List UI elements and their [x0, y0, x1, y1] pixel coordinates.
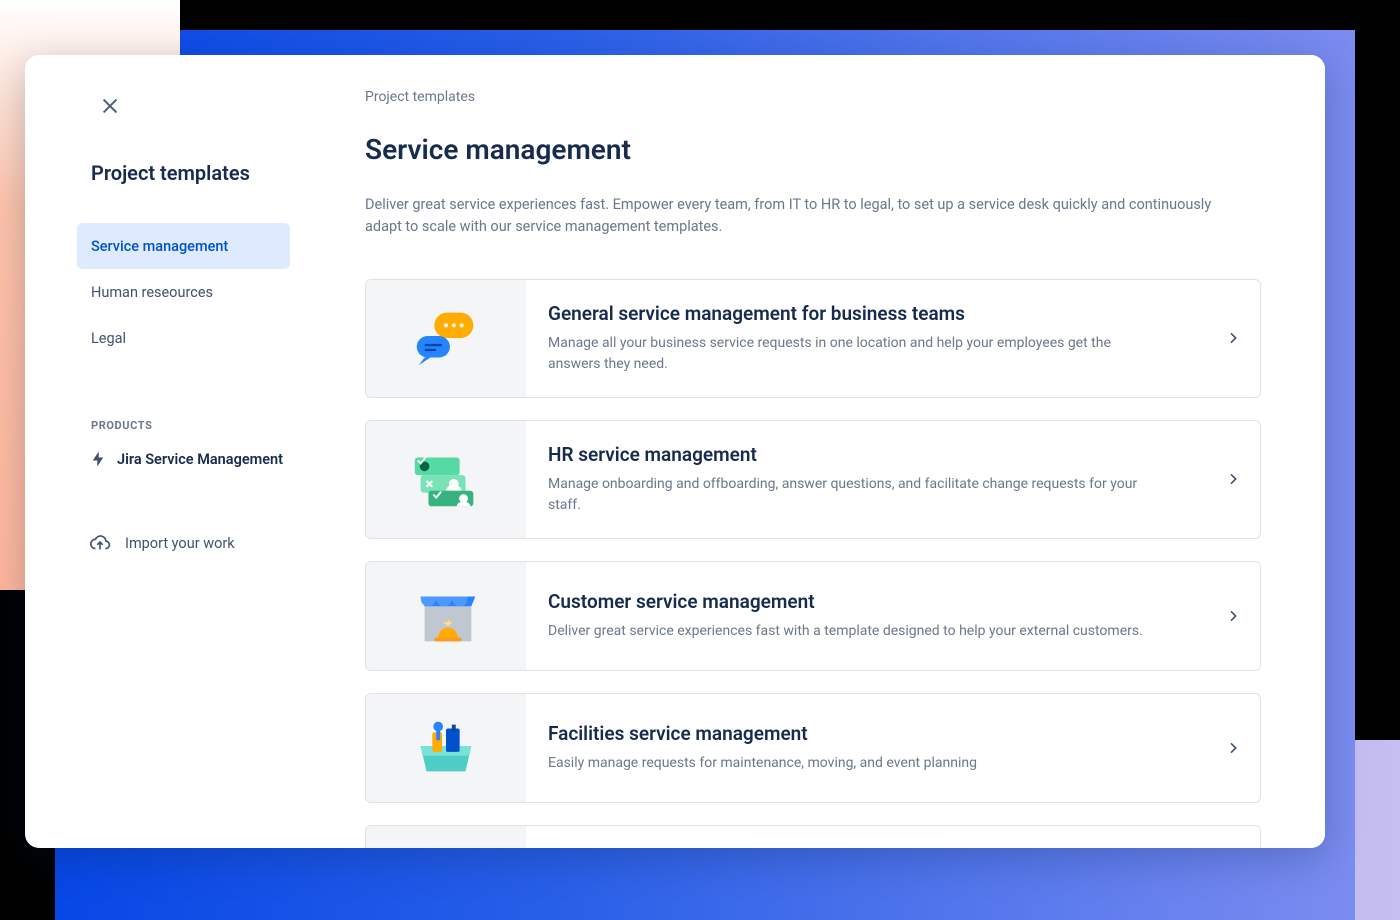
page-description: Deliver great service experiences fast. …: [365, 194, 1235, 239]
sidebar-item-human-resources[interactable]: Human reseources: [77, 269, 290, 315]
storefront-bell-icon: [407, 584, 485, 648]
cloud-upload-icon: [89, 532, 111, 554]
chevron-right-icon: [1225, 740, 1241, 756]
card-description: Deliver great service experiences fast w…: [548, 621, 1148, 642]
card-icon-area: [366, 826, 526, 848]
sidebar-nav: Service management Human reseources Lega…: [53, 223, 296, 361]
jira-bolt-icon: [89, 450, 107, 468]
card-body: HR service management Manage onboarding …: [526, 421, 1206, 538]
chat-bubbles-icon: [407, 306, 485, 370]
main-content: Project templates Service management Del…: [325, 55, 1325, 848]
card-icon-area: [366, 562, 526, 670]
card-title: Facilities service management: [548, 722, 1192, 745]
chevron-right-icon: [1225, 608, 1241, 624]
hr-tags-icon: [407, 447, 485, 511]
sidebar-item-label: Human reseources: [91, 284, 213, 301]
product-jira-service-management[interactable]: Jira Service Management: [53, 450, 296, 468]
card-body: Finance service management: [526, 826, 1206, 848]
sidebar-item-label: Service management: [91, 238, 228, 255]
sidebar-title: Project templates: [91, 161, 296, 185]
card-icon-area: [366, 280, 526, 397]
card-icon-area: [366, 694, 526, 802]
card-chevron: [1206, 280, 1260, 397]
import-label: Import your work: [125, 535, 235, 552]
template-card-finance-service[interactable]: Finance service management: [365, 825, 1261, 848]
import-your-work[interactable]: Import your work: [53, 532, 296, 554]
close-icon: [99, 95, 121, 117]
chevron-right-icon: [1225, 330, 1241, 346]
template-list: General service management for business …: [365, 279, 1261, 848]
card-body: General service management for business …: [526, 280, 1206, 397]
templates-modal: Project templates Service management Hum…: [25, 55, 1325, 848]
sidebar-item-label: Legal: [91, 330, 126, 347]
breadcrumb[interactable]: Project templates: [365, 89, 1261, 105]
product-name: Jira Service Management: [117, 451, 283, 468]
sidebar-item-legal[interactable]: Legal: [77, 315, 290, 361]
card-chevron: [1206, 694, 1260, 802]
sidebar-item-service-management[interactable]: Service management: [77, 223, 290, 269]
close-button[interactable]: [91, 87, 129, 125]
card-title: HR service management: [548, 443, 1192, 466]
card-body: Facilities service management Easily man…: [526, 694, 1206, 802]
card-body: Customer service management Deliver grea…: [526, 562, 1206, 670]
template-card-hr-service[interactable]: HR service management Manage onboarding …: [365, 420, 1261, 539]
template-card-general-service[interactable]: General service management for business …: [365, 279, 1261, 398]
card-description: Easily manage requests for maintenance, …: [548, 753, 1148, 774]
card-icon-area: [366, 421, 526, 538]
chevron-right-icon: [1225, 471, 1241, 487]
sidebar: Project templates Service management Hum…: [25, 55, 325, 848]
card-chevron: [1206, 421, 1260, 538]
card-description: Manage all your business service request…: [548, 333, 1148, 375]
card-title: General service management for business …: [548, 302, 1192, 325]
card-chevron: [1206, 826, 1260, 848]
toolbox-icon: [407, 716, 485, 780]
card-title: Customer service management: [548, 590, 1192, 613]
products-section-label: PRODUCTS: [91, 419, 296, 432]
card-chevron: [1206, 562, 1260, 670]
template-card-customer-service[interactable]: Customer service management Deliver grea…: [365, 561, 1261, 671]
page-title: Service management: [365, 133, 1261, 166]
card-description: Manage onboarding and offboarding, answe…: [548, 474, 1148, 516]
template-card-facilities-service[interactable]: Facilities service management Easily man…: [365, 693, 1261, 803]
